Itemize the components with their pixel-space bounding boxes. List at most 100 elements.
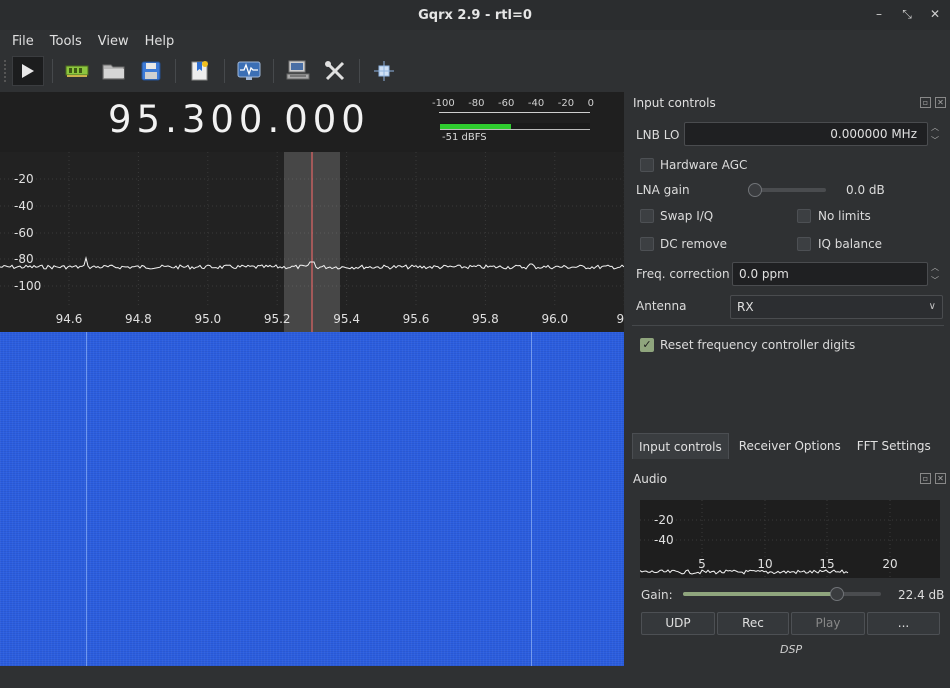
antenna-select[interactable]: RX ∨ xyxy=(730,295,943,319)
spectrum-x-tick-label: 94.8 xyxy=(125,312,152,326)
signal-meter-reading: -51 dBFS xyxy=(442,132,487,143)
signal-meter-tick: 0 xyxy=(587,98,594,109)
toolbar-grip[interactable] xyxy=(4,60,8,82)
save-icon xyxy=(141,61,161,81)
float-icon[interactable]: ▫ xyxy=(920,473,931,484)
close-icon[interactable]: ✕ xyxy=(935,473,946,484)
input-controls-title: Input controls xyxy=(633,96,716,110)
close-icon[interactable]: ✕ xyxy=(935,97,946,108)
audio-fft-trace xyxy=(639,569,849,575)
save-settings-button[interactable] xyxy=(135,56,167,86)
check-icon: ✓ xyxy=(642,338,652,351)
chevron-down-icon[interactable]: ﹀ xyxy=(931,275,939,286)
frequency-display-area: 95.300.000 -100 -80 -60 -40 -20 0 -51 dBFS xyxy=(0,92,624,152)
chevron-up-icon[interactable]: ︿ xyxy=(931,262,939,273)
monitor-icon xyxy=(237,61,261,80)
spectrum-y-tick-label: -40 xyxy=(14,199,34,213)
audio-title: Audio xyxy=(633,472,668,486)
chevron-up-icon[interactable]: ︿ xyxy=(931,122,939,133)
iq-balance-checkbox[interactable] xyxy=(797,237,811,251)
audio-x-tick-label: 5 xyxy=(698,557,706,571)
iq-balance-label: IQ balance xyxy=(818,237,883,251)
audio-fft-plot: -20 -40 5 10 15 20 xyxy=(639,500,940,578)
menu-tools[interactable]: Tools xyxy=(50,34,82,49)
antenna-value: RX xyxy=(737,300,754,314)
no-limits-checkbox[interactable] xyxy=(797,209,811,223)
tab-input-controls[interactable]: Input controls xyxy=(632,433,729,459)
bookmarks-button[interactable] xyxy=(184,56,216,86)
reset-digits-label: Reset frequency controller digits xyxy=(660,338,856,352)
float-icon[interactable]: ▫ xyxy=(920,97,931,108)
audio-y-tick-label: -20 xyxy=(654,513,674,527)
window-title: Gqrx 2.9 - rtl=0 xyxy=(418,7,532,23)
audio-gain-slider-handle[interactable] xyxy=(830,587,845,601)
open-settings-button[interactable] xyxy=(98,56,130,86)
lna-gain-label: LNA gain xyxy=(636,183,690,197)
tools-icon xyxy=(325,61,345,81)
lnb-lo-input[interactable]: 0.000000 MHz xyxy=(684,122,928,146)
frequency-controller[interactable]: 95.300.000 xyxy=(108,98,370,141)
signal-meter-bar xyxy=(440,124,511,129)
signal-meter-tick: -80 xyxy=(468,98,485,109)
menu-view[interactable]: View xyxy=(98,34,129,49)
udp-button[interactable]: UDP xyxy=(641,612,715,635)
freq-correction-input[interactable]: 0.0 ppm xyxy=(732,262,928,286)
spectrum-x-tick-label: 95.8 xyxy=(472,312,499,326)
signal-meter-tick: -100 xyxy=(432,98,455,109)
status-bar xyxy=(0,666,950,688)
dock-tabs: Input controls Receiver Options FFT Sett… xyxy=(632,433,941,459)
signal-meter: -100 -80 -60 -40 -20 0 -51 dBFS xyxy=(432,98,594,144)
restore-icon[interactable]: ⤡ xyxy=(900,6,914,22)
signal-meter-tick: -60 xyxy=(498,98,515,109)
waterfall-carrier-line xyxy=(86,332,87,666)
spectrum-x-tick-label: 95.0 xyxy=(194,312,221,326)
tab-receiver-options[interactable]: Receiver Options xyxy=(733,433,847,459)
remote-control-button[interactable] xyxy=(282,56,314,86)
close-icon[interactable]: ✕ xyxy=(928,6,942,22)
spectrum-y-tick-label: -20 xyxy=(14,172,34,186)
tab-fft-settings[interactable]: FFT Settings xyxy=(851,433,937,459)
play-audio-button[interactable]: Play xyxy=(791,612,865,635)
spectrum-x-tick-label: 95.2 xyxy=(264,312,291,326)
signal-meter-tick: -40 xyxy=(527,98,545,109)
menu-file[interactable]: File xyxy=(12,34,34,49)
menu-help[interactable]: Help xyxy=(145,34,175,49)
lnb-lo-label: LNB LO xyxy=(636,128,680,142)
waterfall-display[interactable] xyxy=(0,332,624,666)
spectrum-y-tick-label: -80 xyxy=(14,252,34,266)
io-devices-button[interactable] xyxy=(61,56,93,86)
rec-button[interactable]: Rec xyxy=(717,612,789,635)
adjust-fft-button[interactable] xyxy=(368,56,400,86)
play-icon xyxy=(22,64,34,78)
dc-remove-checkbox[interactable] xyxy=(640,237,654,251)
bookmark-icon xyxy=(191,61,208,81)
lnb-lo-spinner[interactable]: ︿ ﹀ xyxy=(928,122,942,146)
menu-bar: File Tools View Help xyxy=(0,30,950,52)
settings-tools-button[interactable] xyxy=(319,56,351,86)
freq-correction-spinner[interactable]: ︿ ﹀ xyxy=(928,262,942,286)
dxcluster-button[interactable] xyxy=(233,56,265,86)
spectrum-plot[interactable]: -20 -40 -60 -80 -100 94.6 94.8 95.0 95.2 95.4 95.6… xyxy=(0,152,632,332)
audio-y-tick-label: -40 xyxy=(654,533,674,547)
spectrum-x-tick-label: 95.4 xyxy=(333,312,360,326)
minimize-icon[interactable]: – xyxy=(872,6,886,22)
dc-remove-label: DC remove xyxy=(660,237,728,251)
antenna-label: Antenna xyxy=(636,299,687,313)
spectrum-y-tick-label: -100 xyxy=(14,279,41,293)
play-button[interactable] xyxy=(12,56,44,86)
swap-iq-label: Swap I/Q xyxy=(660,209,714,223)
title-bar: Gqrx 2.9 - rtl=0 – ⤡ ✕ xyxy=(0,0,950,30)
open-folder-icon xyxy=(102,64,125,80)
chevron-down-icon[interactable]: ﹀ xyxy=(931,135,939,146)
reset-digits-checkbox[interactable]: ✓ xyxy=(640,338,654,352)
hardware-agc-checkbox[interactable] xyxy=(640,158,654,172)
audio-x-tick-label: 20 xyxy=(882,557,897,571)
swap-iq-checkbox[interactable] xyxy=(640,209,654,223)
section-divider xyxy=(632,325,944,326)
audio-header: Audio ▫ ✕ xyxy=(628,468,950,490)
signal-meter-tick: -20 xyxy=(557,98,575,109)
hardware-agc-label: Hardware AGC xyxy=(660,158,748,172)
audio-options-button[interactable]: ... xyxy=(867,612,940,635)
lna-gain-slider-handle[interactable] xyxy=(748,183,762,197)
spectrum-x-tick-label: 95.6 xyxy=(403,312,430,326)
